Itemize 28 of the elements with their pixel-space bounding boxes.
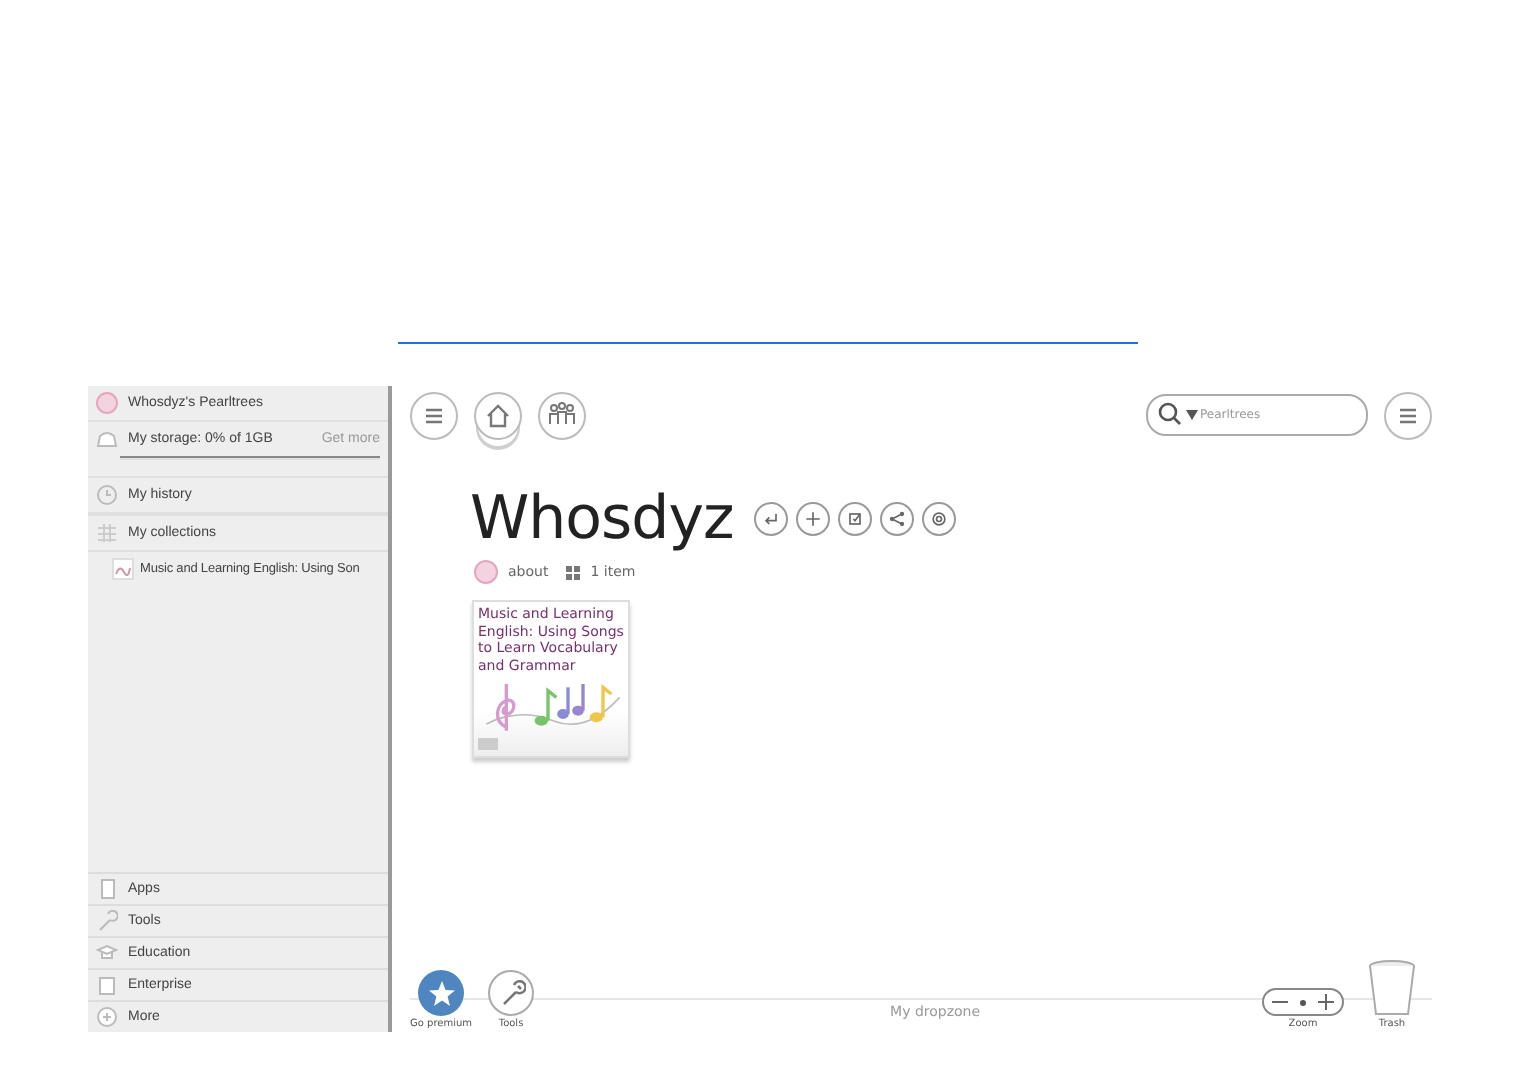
edit-button[interactable] <box>837 502 872 536</box>
star-icon <box>427 979 456 1007</box>
building-icon <box>96 974 118 996</box>
return-button[interactable] <box>753 502 788 536</box>
avatar-icon <box>96 392 118 414</box>
plus-circle-icon <box>96 1006 118 1028</box>
plus-button[interactable] <box>795 502 830 536</box>
zoom-dot-icon <box>1300 999 1306 1005</box>
collection-title: Whosdyz <box>470 484 734 554</box>
menu-button[interactable] <box>1384 392 1432 440</box>
clock-icon <box>96 484 118 506</box>
grid-icon <box>96 522 118 544</box>
share-button[interactable] <box>879 502 914 536</box>
app-icon <box>96 878 118 900</box>
zoom-control[interactable] <box>1262 988 1344 1016</box>
grid-icon <box>566 565 581 579</box>
search-icon <box>1158 402 1182 426</box>
nav-team-button[interactable] <box>538 392 586 440</box>
nav-menu-button[interactable] <box>410 392 458 440</box>
collection-thumbnail-icon <box>112 558 134 580</box>
target-button[interactable] <box>921 502 956 536</box>
plus-icon[interactable] <box>1318 994 1334 1010</box>
avatar-icon <box>474 560 498 584</box>
go-premium-button[interactable] <box>418 970 465 1016</box>
caret-icon[interactable] <box>1186 410 1198 420</box>
tools-button[interactable] <box>488 970 535 1016</box>
graduation-cap-icon <box>96 942 118 964</box>
trash-icon[interactable] <box>1368 960 1416 1016</box>
